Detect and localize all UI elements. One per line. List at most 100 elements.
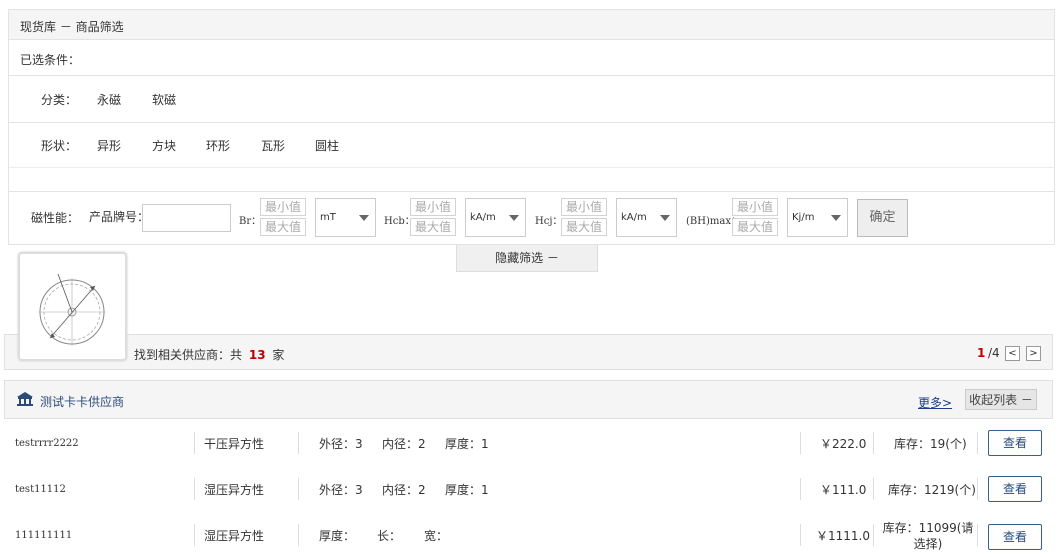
hide-filter-button[interactable]: 隐藏筛选 － <box>456 245 598 272</box>
shape-option-block[interactable]: 方块 <box>152 137 176 154</box>
shape-option-irregular[interactable]: 异形 <box>97 137 121 154</box>
dimension-3: 厚度：1 <box>445 436 489 451</box>
divider <box>977 478 978 500</box>
bhmax-unit-select[interactable]: Kj/m <box>787 198 848 237</box>
divider <box>873 478 874 500</box>
dimension-3: 厚度：1 <box>445 482 489 497</box>
price: ￥1111.0 <box>816 529 870 543</box>
bhmax-min-input[interactable]: 最小值 <box>732 198 778 216</box>
supplier-name[interactable]: 测试卡卡供应商 <box>40 393 124 410</box>
dimension-1: 外径：3 <box>319 482 363 497</box>
collapse-list-button[interactable]: 收起列表 － <box>965 389 1037 410</box>
results-suffix: 家 <box>272 348 285 362</box>
divider <box>800 432 801 454</box>
hcj-min-input[interactable]: 最小值 <box>561 198 607 216</box>
chevron-down-icon <box>509 215 519 221</box>
hcj-unit-select[interactable]: kA/m <box>616 198 677 237</box>
brand-label: 产品牌号： <box>89 210 150 224</box>
product-code: 111111111 <box>15 530 73 541</box>
category-option-soft[interactable]: 软磁 <box>152 91 176 108</box>
shape-option-cylinder[interactable]: 圆柱 <box>315 137 339 154</box>
results-count-text: 找到相关供应商：共 13 家 <box>134 346 284 363</box>
hcj-unit-value: kA/m <box>621 212 647 223</box>
divider <box>9 167 1054 168</box>
hcj-max-input[interactable]: 最大值 <box>561 218 607 236</box>
more-link[interactable]: 更多> <box>918 394 952 411</box>
selected-conditions: 已选条件： <box>8 40 1055 76</box>
divider <box>194 432 195 454</box>
divider <box>194 478 195 500</box>
dimension-1: 厚度： <box>319 529 356 543</box>
product-type: 湿压异方性 <box>204 529 265 543</box>
dimension-3: 宽： <box>424 529 449 543</box>
shape-option-ring[interactable]: 环形 <box>206 137 230 154</box>
category-filter: 分类： 永磁 软磁 <box>8 76 1055 123</box>
divider <box>977 432 978 454</box>
view-button[interactable]: 查看 <box>988 524 1042 550</box>
price: ￥222.0 <box>820 436 867 451</box>
stock: 库存：11099(请选择) <box>882 520 974 551</box>
home-icon <box>16 391 34 410</box>
shape-label: 形状： <box>41 139 78 153</box>
price: ￥111.0 <box>820 482 867 497</box>
dimension-2: 长： <box>377 529 402 543</box>
hcb-max-input[interactable]: 最大值 <box>410 218 456 236</box>
magnetic-label: 磁性能： <box>31 211 80 225</box>
chevron-down-icon <box>831 215 841 221</box>
product-type: 湿压异方性 <box>204 482 265 497</box>
hcj-label: Hcj： <box>535 216 563 227</box>
confirm-button[interactable]: 确定 <box>857 199 908 237</box>
br-label: Br： <box>239 216 262 227</box>
product-type: 干压异方性 <box>204 436 265 451</box>
br-unit-select[interactable]: mT <box>315 198 376 237</box>
br-unit-value: mT <box>320 212 336 223</box>
br-max-input[interactable]: 最大值 <box>260 218 306 236</box>
supplier-header <box>4 380 1053 419</box>
prev-page-button[interactable]: < <box>1005 346 1020 361</box>
table-row: testrrrr2222 干压异方性 外径：3 内径：2 厚度：1 ￥222.0… <box>4 420 1053 466</box>
divider <box>298 478 299 500</box>
stock: 库存：1219(个) <box>888 482 976 497</box>
hcb-min-input[interactable]: 最小值 <box>410 198 456 216</box>
next-page-button[interactable]: > <box>1026 346 1041 361</box>
results-prefix: 找到相关供应商：共 <box>134 348 243 362</box>
shape-filter: 形状： 异形 方块 环形 瓦形 圆柱 <box>8 123 1055 192</box>
divider <box>800 524 801 546</box>
category-label: 分类： <box>41 93 78 107</box>
view-button[interactable]: 查看 <box>988 430 1042 456</box>
bhmax-unit-value: Kj/m <box>792 212 815 223</box>
hcb-unit-value: kA/m <box>470 212 496 223</box>
shape-option-tile[interactable]: 瓦形 <box>261 137 285 154</box>
dimension-2: 内径：2 <box>382 436 426 451</box>
divider <box>298 432 299 454</box>
chevron-down-icon <box>359 215 369 221</box>
page-current: 1 <box>977 346 986 360</box>
results-count: 13 <box>248 348 266 362</box>
product-code: test11112 <box>15 483 66 495</box>
product-code: testrrrr2222 <box>15 437 79 449</box>
divider <box>800 478 801 500</box>
dimension-1: 外径：3 <box>319 436 363 451</box>
category-option-permanent[interactable]: 永磁 <box>97 91 121 108</box>
ring-diagram-image <box>38 273 106 346</box>
divider <box>873 524 874 546</box>
stock: 库存：19(个) <box>894 436 967 451</box>
view-button[interactable]: 查看 <box>988 476 1042 502</box>
brand-input[interactable] <box>142 204 231 232</box>
bhmax-max-input[interactable]: 最大值 <box>732 218 778 236</box>
divider <box>298 524 299 546</box>
dimension-2: 内径：2 <box>382 482 426 497</box>
divider <box>977 524 978 546</box>
divider <box>873 432 874 454</box>
page-total: /4 <box>988 346 1000 360</box>
table-row: 111111111 湿压异方性 厚度： 长： 宽： ￥1111.0 库存：110… <box>4 514 1053 557</box>
chevron-down-icon <box>660 215 670 221</box>
table-row: test11112 湿压异方性 外径：3 内径：2 厚度：1 ￥111.0 库存… <box>4 466 1053 512</box>
divider <box>194 524 195 546</box>
page-header: 现货库 － 商品筛选 <box>8 9 1055 40</box>
breadcrumb: 现货库 － 商品筛选 <box>20 20 124 34</box>
br-min-input[interactable]: 最小值 <box>260 198 306 216</box>
product-thumbnail[interactable] <box>18 252 127 361</box>
selected-conditions-label: 已选条件： <box>20 53 81 67</box>
hcb-unit-select[interactable]: kA/m <box>465 198 526 237</box>
